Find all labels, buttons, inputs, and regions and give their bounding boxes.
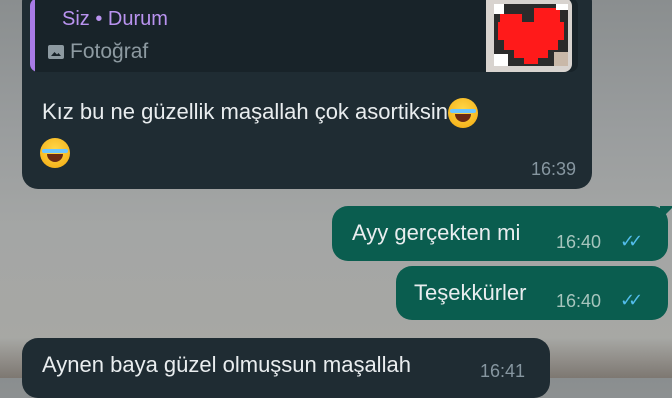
message-timestamp: 16:41 xyxy=(480,361,526,381)
tears-of-joy-emoji xyxy=(40,138,70,168)
photo-icon xyxy=(48,45,64,59)
status-thumbnail xyxy=(486,0,572,72)
message-text: Kız bu ne güzellik maşallah çok asortiks… xyxy=(42,98,478,128)
message-text: Ayy gerçekten mi xyxy=(352,220,521,245)
message-timestamp: 16:40 xyxy=(556,291,602,311)
message-text: Aynen baya güzel olmuşsun maşallah xyxy=(42,352,411,377)
message-timestamp: 16:39 xyxy=(530,159,576,179)
message-bubble-incoming[interactable]: Aynen baya güzel olmuşsun maşallah 16:41 xyxy=(22,338,550,398)
quote-media-type: Fotoğraf xyxy=(48,40,148,64)
quoted-status-reply[interactable]: Siz • Durum Fotoğraf xyxy=(30,0,578,72)
bubble-tail xyxy=(660,206,672,220)
tears-of-joy-emoji xyxy=(447,98,478,128)
pixel-heart-sticker xyxy=(494,4,568,66)
double-check-icon: ✓✓ xyxy=(620,290,643,310)
quote-sender-label: Siz • Durum xyxy=(62,8,168,30)
message-text: Teşekkürler xyxy=(414,280,527,305)
message-timestamp: 16:40 xyxy=(556,232,602,252)
double-check-icon: ✓✓ xyxy=(620,231,643,251)
message-bubble-outgoing[interactable]: Teşekkürler 16:40 ✓✓ xyxy=(396,266,668,320)
message-text-content: Kız bu ne güzellik maşallah çok asortiks… xyxy=(42,98,448,124)
message-bubble-outgoing[interactable]: Ayy gerçekten mi 16:40 ✓✓ xyxy=(332,206,668,261)
emoji-line xyxy=(40,138,70,168)
message-bubble-incoming[interactable]: Siz • Durum Fotoğraf Kız bu ne güzellik … xyxy=(22,0,592,189)
quote-media-label: Fotoğraf xyxy=(70,40,149,63)
quote-accent-bar xyxy=(30,0,35,72)
